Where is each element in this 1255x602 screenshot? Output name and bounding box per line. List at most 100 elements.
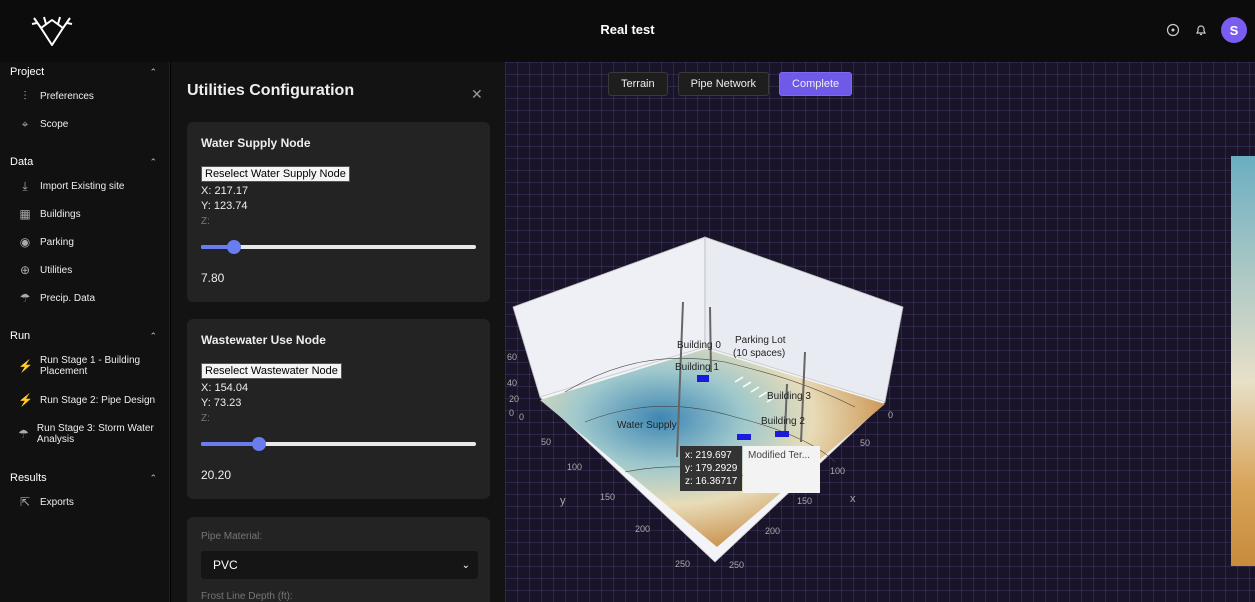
reselect-water-supply-button[interactable]: Reselect Water Supply Node <box>201 166 350 182</box>
slider-thumb[interactable] <box>251 437 266 451</box>
top-bar: Real test S <box>0 0 1255 62</box>
y-tick: 150 <box>600 492 616 502</box>
label-parking-spaces: (10 spaces) <box>733 348 786 359</box>
sidebar-item-utilities[interactable]: ⊕ Utilities <box>0 256 169 284</box>
sidebar-item-run-stage-2[interactable]: ⚡ Run Stage 2: Pipe Design <box>0 386 169 414</box>
slider-track <box>201 245 476 249</box>
sidebar-section-data[interactable]: Data ⌃ <box>0 152 169 172</box>
z-label: Z: <box>201 216 210 227</box>
sidebar-item-label: Run Stage 1 - Building Placement <box>40 355 141 377</box>
sidebar-item-label: Run Stage 3: Storm Water Analysis <box>36 423 154 445</box>
close-icon[interactable]: ✕ <box>471 86 483 103</box>
sidebar-item-label: Import Existing site <box>40 180 125 192</box>
sidebar-item-preferences[interactable]: ⫶ Preferences <box>0 82 169 110</box>
x-value: X: 217.17 <box>201 185 249 197</box>
sidebar-section-run[interactable]: Run ⌃ <box>0 326 169 346</box>
building-icon: ▦ <box>19 207 31 221</box>
pipe-material-label: Pipe Material: <box>201 531 263 542</box>
sidebar-item-buildings[interactable]: ▦ Buildings <box>0 200 169 228</box>
y-tick: 0 <box>519 412 525 422</box>
building-marker <box>697 375 709 382</box>
crosshair-icon: ⌖ <box>21 116 29 131</box>
label-building-3: Building 3 <box>767 391 811 402</box>
tooltip-x: x: 219.697 <box>685 450 732 461</box>
z-slider[interactable] <box>201 434 476 454</box>
sidebar-item-run-stage-3[interactable]: ☂ Run Stage 3: Storm Water Analysis <box>0 414 169 454</box>
sidebar-section-results[interactable]: Results ⌃ <box>0 468 169 488</box>
sidebar-item-import-existing-site[interactable]: ⤓ Import Existing site <box>0 172 169 200</box>
chevron-up-icon[interactable]: ⌃ <box>149 473 157 484</box>
z-slider[interactable] <box>201 237 476 257</box>
help-icon[interactable] <box>1165 22 1181 38</box>
download-icon: ⤓ <box>22 178 28 193</box>
z-tick: 60 <box>507 352 518 362</box>
section-label: Results <box>10 472 47 484</box>
3d-view[interactable]: Terrain Pipe Network Complete y x 0 50 1… <box>505 62 1255 602</box>
sidebar-item-label: Run Stage 2: Pipe Design <box>40 394 156 406</box>
x-tick: 250 <box>729 560 745 570</box>
wastewater-card: Wastewater Use Node Reselect Wastewater … <box>187 319 490 499</box>
label-building-1: Building 1 <box>675 362 719 373</box>
panel-title: Utilities Configuration <box>187 82 355 99</box>
sidebar-item-precip-data[interactable]: ☂ Precip. Data <box>0 284 169 312</box>
sidebar-item-label: Parking <box>40 236 74 248</box>
label-building-0: Building 0 <box>677 340 721 351</box>
label-parking-lot: Parking Lot <box>735 335 786 346</box>
rain-icon: ☂ <box>19 291 31 305</box>
sidebar-section-project[interactable]: Project ⌃ <box>0 62 169 82</box>
chevron-down-icon: ⌄ <box>461 559 470 571</box>
sliders-icon: ⫶ <box>23 88 27 103</box>
x-tick: 50 <box>860 438 871 448</box>
y-tick: 200 <box>635 524 651 534</box>
y-tick: 250 <box>675 559 691 569</box>
slider-fill <box>201 442 259 446</box>
y-tick: 100 <box>567 462 583 472</box>
hover-tooltip: x: 219.697 y: 179.2929 z: 16.36717 <box>680 446 743 491</box>
app-title: Real test <box>600 22 655 37</box>
chevron-up-icon[interactable]: ⌃ <box>149 67 157 78</box>
section-label: Project <box>10 66 45 78</box>
terrain-plot[interactable]: y x <box>505 62 1255 602</box>
x-tick: 0 <box>888 410 894 420</box>
bell-icon[interactable] <box>1193 22 1209 38</box>
section-label: Data <box>10 156 34 168</box>
z-value: 20.20 <box>201 468 232 482</box>
sidebar-item-label: Scope <box>40 118 69 130</box>
z-value: 7.80 <box>201 271 225 285</box>
z-tick: 0 <box>509 408 515 418</box>
sidebar-item-run-stage-1[interactable]: ⚡ Run Stage 1 - Building Placement <box>0 346 169 386</box>
export-icon: ⇱ <box>19 495 31 509</box>
x-value: X: 154.04 <box>201 382 249 394</box>
sidebar-item-exports[interactable]: ⇱ Exports <box>0 488 169 516</box>
utilities-panel: Utilities Configuration ✕ Water Supply N… <box>171 62 505 602</box>
sidebar-item-parking[interactable]: ◉ Parking <box>0 228 169 256</box>
tooltip-trace-name: Modified Ter... <box>743 446 820 493</box>
slider-thumb[interactable] <box>227 240 241 254</box>
x-tick: 150 <box>797 496 813 506</box>
sidebar-item-label: Exports <box>40 496 74 508</box>
label-building-2: Building 2 <box>761 416 805 427</box>
sidebar-item-label: Utilities <box>40 264 73 276</box>
sidebar-item-label: Precip. Data <box>40 292 96 304</box>
tooltip-y: y: 179.2929 <box>685 463 738 474</box>
building-marker <box>737 434 751 440</box>
section-label: Run <box>10 330 31 342</box>
card-title: Water Supply Node <box>201 136 311 150</box>
sidebar-item-label: Buildings <box>40 208 81 220</box>
select-value: PVC <box>213 558 238 572</box>
reselect-wastewater-button[interactable]: Reselect Wastewater Node <box>201 363 342 379</box>
y-value: Y: 123.74 <box>201 200 248 212</box>
y-value: Y: 73.23 <box>201 397 242 409</box>
top-actions: S <box>1165 17 1247 43</box>
z-label: Z: <box>201 413 210 424</box>
pipe-material-select[interactable]: PVC ⌄ <box>201 551 478 579</box>
sidebar-item-scope[interactable]: ⌖ Scope <box>0 110 169 138</box>
avatar[interactable]: S <box>1221 17 1247 43</box>
utilities-icon: ⊕ <box>19 263 31 277</box>
chevron-up-icon[interactable]: ⌃ <box>149 157 157 168</box>
rain-icon: ☂ <box>18 427 29 441</box>
x-tick: 100 <box>830 466 846 476</box>
z-tick: 40 <box>507 378 518 388</box>
chevron-up-icon[interactable]: ⌃ <box>149 331 157 342</box>
card-title: Wastewater Use Node <box>201 333 326 347</box>
